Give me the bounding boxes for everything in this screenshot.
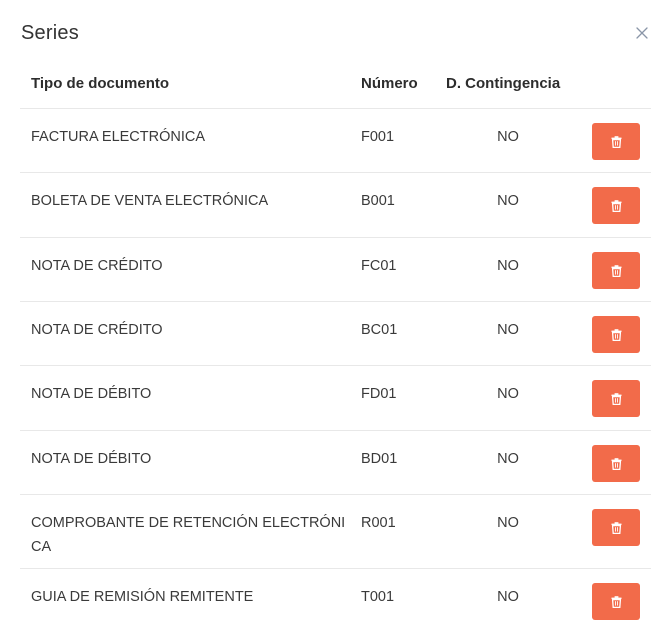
cell-numero: BC01 bbox=[361, 322, 398, 338]
cell-numero: B001 bbox=[361, 193, 395, 209]
close-icon bbox=[636, 27, 648, 39]
cell-tipo-documento: NOTA DE CRÉDITO bbox=[31, 322, 163, 338]
cell-contingencia: NO bbox=[497, 193, 519, 209]
cell-contingencia: NO bbox=[497, 589, 519, 605]
trash-icon bbox=[611, 328, 621, 341]
cell-tipo-documento: GUIA DE REMISIÓN REMITENTE bbox=[31, 589, 254, 605]
delete-button[interactable] bbox=[592, 509, 640, 546]
trash-icon bbox=[611, 521, 621, 534]
cell-contingencia: NO bbox=[497, 515, 519, 531]
table-row: COMPROBANTE DE RETENCIÓN ELECTRÓNICA R001… bbox=[20, 495, 651, 569]
table-row: NOTA DE CRÉDITO FC01 NO bbox=[20, 238, 651, 302]
delete-button[interactable] bbox=[592, 316, 640, 353]
cell-contingencia: NO bbox=[497, 258, 519, 274]
cell-numero: F001 bbox=[361, 129, 395, 145]
cell-contingencia: NO bbox=[497, 129, 519, 145]
cell-numero: BD01 bbox=[361, 451, 398, 467]
cell-numero: FD01 bbox=[361, 386, 397, 402]
cell-tipo-documento: BOLETA DE VENTA ELECTRÓNICA bbox=[31, 193, 269, 209]
dialog-title: Series bbox=[21, 22, 79, 44]
trash-icon bbox=[611, 595, 621, 608]
delete-button[interactable] bbox=[592, 583, 640, 620]
close-button[interactable] bbox=[635, 26, 649, 40]
table-row: BOLETA DE VENTA ELECTRÓNICA B001 NO bbox=[20, 173, 651, 238]
delete-button[interactable] bbox=[592, 445, 640, 482]
cell-contingencia: NO bbox=[497, 322, 519, 338]
delete-button[interactable] bbox=[592, 123, 640, 160]
delete-button[interactable] bbox=[592, 252, 640, 289]
table-body: FACTURA ELECTRÓNICA F001 NO BOLETA DE VENTA… bbox=[20, 109, 651, 630]
cell-contingencia: NO bbox=[497, 451, 519, 467]
table-row: NOTA DE DÉBITO FD01 NO bbox=[20, 366, 651, 431]
cell-tipo-documento: FACTURA ELECTRÓNICA bbox=[31, 129, 206, 145]
table-row: NOTA DE DÉBITO BD01 NO bbox=[20, 431, 651, 495]
cell-tipo-documento: NOTA DE DÉBITO bbox=[31, 451, 152, 467]
table-header: Tipo de documento Número D. Contingencia bbox=[20, 61, 651, 109]
header-tipo-documento: Tipo de documento bbox=[31, 75, 170, 92]
cell-numero: FC01 bbox=[361, 258, 397, 274]
delete-button[interactable] bbox=[592, 187, 640, 224]
header-numero: Número bbox=[361, 75, 418, 92]
trash-icon bbox=[611, 392, 621, 405]
series-table: Tipo de documento Número D. Contingencia… bbox=[20, 61, 651, 630]
cell-numero: T001 bbox=[361, 589, 395, 605]
table-row: FACTURA ELECTRÓNICA F001 NO bbox=[20, 109, 651, 173]
trash-icon bbox=[611, 199, 621, 212]
cell-tipo-documento: NOTA DE CRÉDITO bbox=[31, 258, 163, 274]
trash-icon bbox=[611, 264, 621, 277]
series-dialog: Series Tipo de documento Número D. Conti… bbox=[0, 0, 669, 630]
trash-icon bbox=[611, 135, 621, 148]
cell-contingencia: NO bbox=[497, 386, 519, 402]
trash-icon bbox=[611, 457, 621, 470]
delete-button[interactable] bbox=[592, 380, 640, 417]
header-contingencia: D. Contingencia bbox=[446, 75, 561, 92]
cell-tipo-documento: NOTA DE DÉBITO bbox=[31, 386, 152, 402]
cell-tipo-documento: COMPROBANTE DE RETENCIÓN ELECTRÓNICA bbox=[31, 515, 346, 555]
table-row: NOTA DE CRÉDITO BC01 NO bbox=[20, 302, 651, 366]
cell-numero: R001 bbox=[361, 515, 396, 531]
table-row: GUIA DE REMISIÓN REMITENTE T001 NO bbox=[20, 569, 651, 630]
